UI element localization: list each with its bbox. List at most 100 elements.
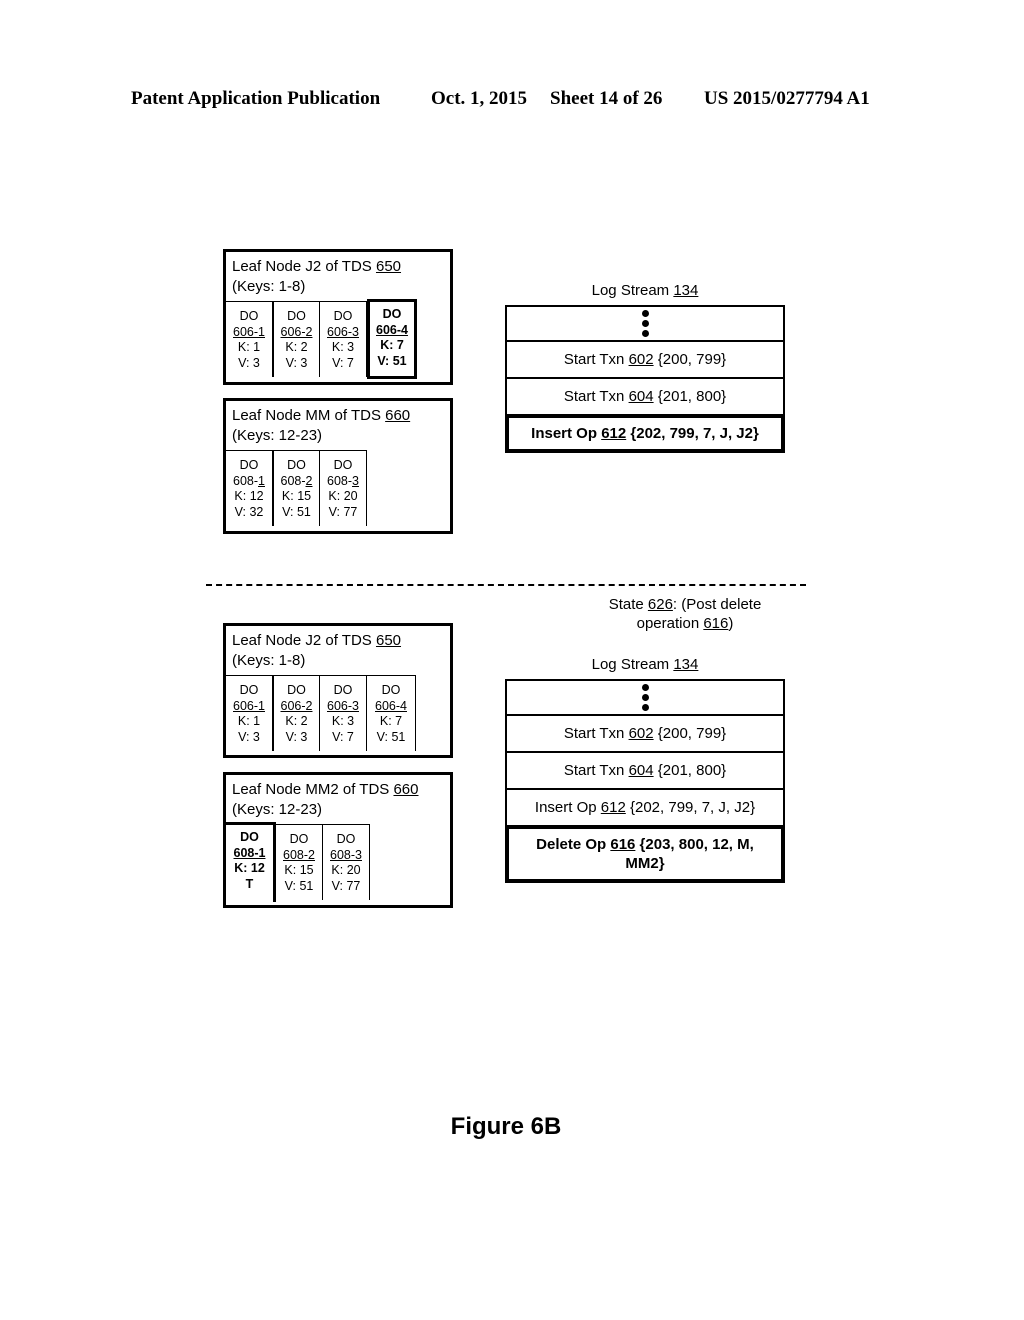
cell-key: K: 15	[284, 863, 314, 877]
cell-value: V: 32	[234, 504, 264, 519]
keys-range: (Keys: 12-23)	[232, 427, 323, 444]
state-text: State	[608, 596, 648, 613]
leaf-node-mm-top: Leaf Node MM of TDS 660 (Keys: 12-23) DO…	[223, 398, 453, 534]
entry-args: {203, 800, 12, M, MM2}	[625, 836, 754, 872]
data-object-cell: DO 608-2 K: 15 V: 51	[273, 450, 320, 526]
data-object-cell: DO 606-4 K: 7 V: 51	[367, 675, 416, 751]
cell-value: V: 3	[285, 355, 308, 370]
cell-ref-suffix: 3	[352, 473, 359, 488]
entry-op: Start Txn	[563, 725, 629, 742]
data-object-cell-highlighted: DO 606-4 K: 7 V: 51	[367, 299, 417, 379]
cell-value: V: 77	[331, 878, 361, 893]
cell-key: K: 1	[237, 714, 261, 728]
keys-range: (Keys: 1-8)	[232, 278, 306, 295]
log-entry: Start Txn 602 {200, 799}	[505, 716, 785, 753]
entry-args: {200, 799}	[653, 725, 727, 742]
log-ellipsis-row	[505, 305, 785, 342]
cell-key: K: 15	[281, 489, 312, 503]
vertical-ellipsis-icon	[641, 684, 649, 711]
entry-op: Start Txn	[563, 388, 629, 405]
cell-ref: 606-4	[376, 322, 408, 337]
cell-key: K: 2	[285, 714, 308, 728]
cell-label: DO	[333, 458, 353, 472]
leaf-node-title: Leaf Node J2 of TDS 650 (Keys: 1-8)	[226, 252, 450, 301]
cell-label: DO	[381, 683, 401, 697]
entry-ref: 602	[628, 351, 654, 368]
entry-args: {201, 800}	[653, 762, 727, 779]
sheet-number: Sheet 14 of 26	[550, 88, 663, 109]
cell-ref-prefix: 608-	[327, 473, 353, 488]
tombstone-marker: T	[245, 876, 254, 891]
state-divider	[206, 584, 806, 586]
cell-ref: 606-4	[375, 698, 407, 713]
cell-ref: 606-1	[233, 324, 265, 339]
state-ref: 626	[647, 596, 673, 613]
figure-label: Figure 6B	[450, 1113, 562, 1140]
data-object-cell: DO 608-3 K: 20 V: 77	[320, 450, 367, 526]
keys-range: (Keys: 12-23)	[232, 801, 323, 818]
cell-ref: 608-3	[330, 847, 362, 862]
cell-label: DO	[287, 683, 306, 697]
log-entry: Start Txn 604 {201, 800}	[505, 753, 785, 790]
title-text: Leaf Node MM of TDS	[232, 407, 386, 424]
cell-label: DO	[240, 830, 259, 844]
title-ref: 134	[673, 656, 699, 673]
log-entry: Insert Op 612 {202, 799, 7, J, J2}	[505, 790, 785, 827]
title-ref: 660	[385, 407, 411, 424]
entry-ref: 602	[628, 725, 654, 742]
cell-ref-prefix: 608-	[233, 473, 259, 488]
title-text: Leaf Node J2 of TDS	[232, 258, 376, 275]
cell-ref-suffix: 2	[305, 473, 313, 488]
cell-ref-suffix: 1	[258, 473, 265, 488]
cell-value: V: 3	[238, 729, 260, 744]
cell-key: K: 7	[379, 714, 403, 728]
data-object-cell: DO 608-2 K: 15 V: 51	[276, 824, 323, 900]
log-stream-title: Log Stream 134	[505, 656, 785, 673]
cell-ref: 606-2	[280, 698, 313, 713]
leaf-node-j2-top: Leaf Node J2 of TDS 650 (Keys: 1-8) DO 6…	[223, 249, 453, 385]
cell-value: V: 51	[377, 353, 407, 368]
entry-args: {200, 799}	[653, 351, 727, 368]
entry-ref: 616	[610, 836, 636, 853]
cell-ref: 606-3	[327, 324, 359, 339]
log-entry-highlighted: Delete Op 616 {203, 800, 12, M, MM2}	[505, 825, 785, 883]
cell-ref: 608-1	[233, 845, 266, 860]
title-ref: 660	[393, 781, 419, 798]
entry-op: Insert Op	[531, 425, 602, 442]
state-text: )	[728, 615, 734, 632]
publication-label: Patent Application Publication	[131, 88, 381, 109]
log-entry: Start Txn 604 {201, 800}	[505, 379, 785, 416]
cell-ref-prefix: 608-	[280, 473, 306, 488]
cell-key: K: 7	[380, 338, 404, 352]
data-object-cell: DO 608-3 K: 20 V: 77	[323, 824, 370, 900]
log-stream-bottom: Start Txn 602 {200, 799} Start Txn 604 {…	[505, 679, 785, 883]
entry-args: {202, 799, 7, J, J2}	[626, 425, 759, 442]
data-object-cell: DO 606-3 K: 3 V: 7	[320, 301, 367, 377]
cell-key: K: 20	[331, 863, 361, 877]
title-text: Log Stream	[591, 656, 674, 673]
cell-value: V: 3	[238, 355, 260, 370]
entry-op: Delete Op	[536, 836, 611, 853]
cell-key: K: 12	[234, 489, 264, 503]
cell-label: DO	[239, 458, 259, 472]
cell-ref: 606-1	[233, 698, 265, 713]
cell-label: DO	[287, 309, 306, 323]
cell-value: V: 7	[332, 355, 354, 370]
entry-ref: 604	[628, 762, 654, 779]
cell-value: V: 51	[282, 504, 311, 519]
leaf-node-j2-bottom: Leaf Node J2 of TDS 650 (Keys: 1-8) DO 6…	[223, 623, 453, 758]
cell-label: DO	[239, 683, 259, 697]
state-op-ref: 616	[703, 615, 729, 632]
data-object-cell: DO 606-3 K: 3 V: 7	[320, 675, 367, 751]
cell-key: K: 20	[328, 489, 358, 503]
cell-label: DO	[336, 832, 356, 846]
leaf-node-mm2-bottom: Leaf Node MM2 of TDS 660 (Keys: 12-23) D…	[223, 772, 453, 908]
entry-ref: 612	[600, 799, 626, 816]
leaf-node-title: Leaf Node MM2 of TDS 660 (Keys: 12-23)	[226, 775, 450, 824]
cell-key: K: 1	[237, 340, 261, 354]
cell-key: K: 12	[234, 861, 265, 875]
cell-key: K: 3	[331, 714, 355, 728]
cell-value: V: 51	[376, 729, 406, 744]
log-entry-highlighted: Insert Op 612 {202, 799, 7, J, J2}	[505, 414, 785, 453]
data-object-cell-highlighted: DO 608-1 K: 12 T	[226, 822, 276, 902]
